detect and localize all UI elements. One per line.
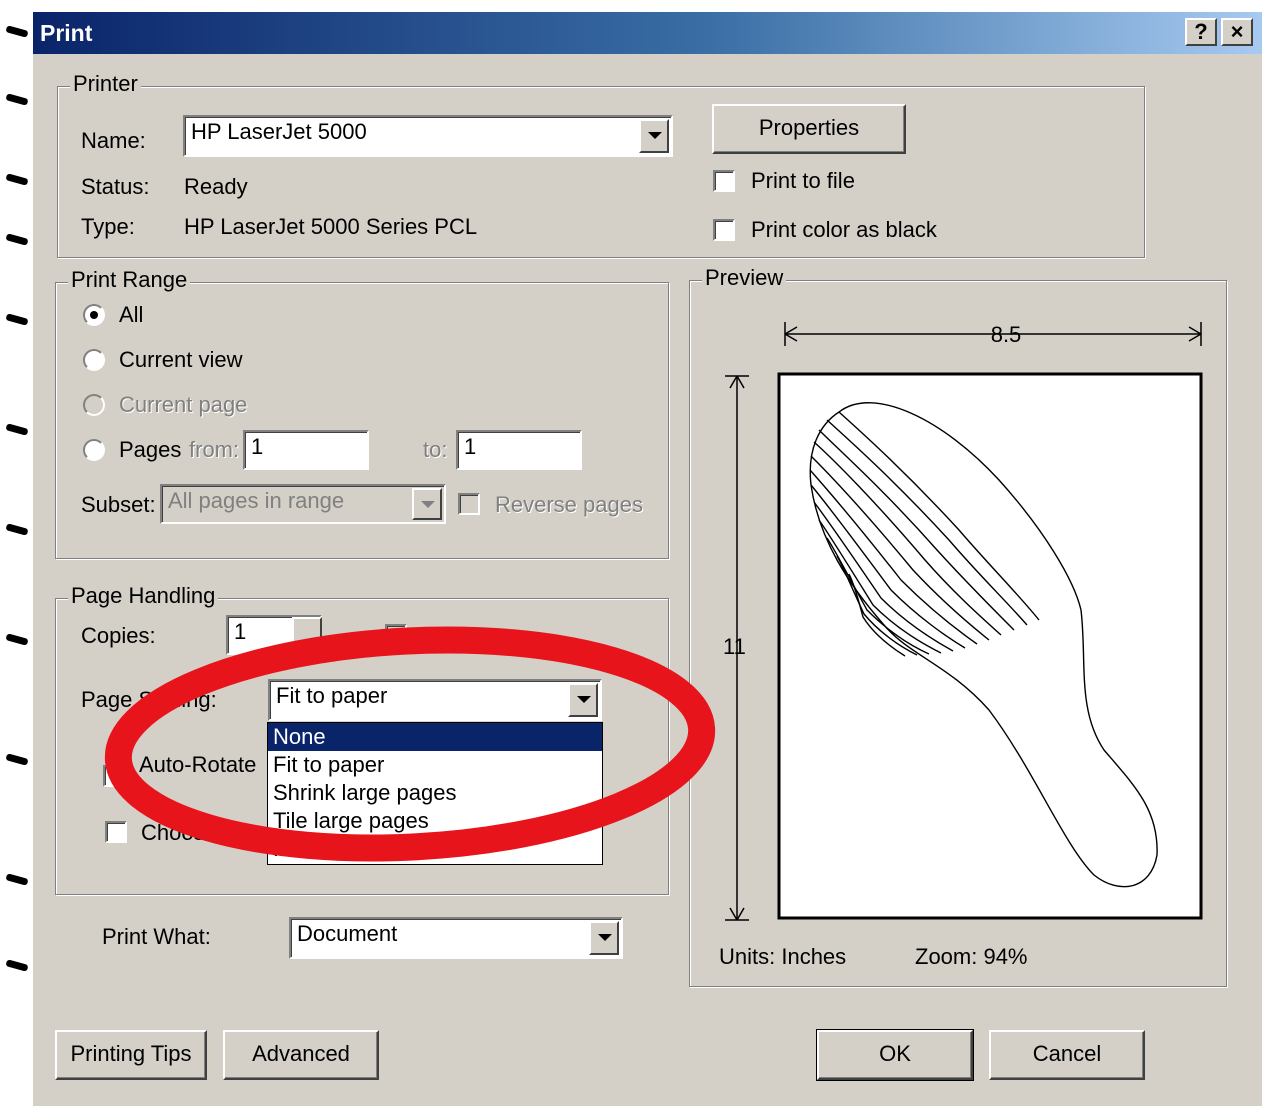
collate-checkbox[interactable]: [385, 624, 407, 646]
page-scaling-label: Page Scaling:: [81, 687, 217, 712]
width-value: 8.5: [991, 322, 1022, 347]
chevron-down-icon[interactable]: [589, 921, 619, 955]
scaling-option-none[interactable]: None: [268, 723, 602, 751]
page-scaling-select[interactable]: Fit to paper: [268, 679, 602, 721]
range-current-view-radio[interactable]: [83, 349, 105, 371]
range-pages-label: Pages: [119, 437, 182, 462]
choose-paper-checkbox[interactable]: [105, 821, 127, 843]
subset-value: All pages in range: [168, 488, 345, 513]
copies-label: Copies:: [81, 623, 156, 648]
print-what-value: Document: [297, 921, 398, 946]
auto-rotate-label: Auto-Rotate: [139, 752, 257, 777]
pages-to-input[interactable]: 1: [456, 430, 582, 470]
copies-spinner[interactable]: [292, 617, 322, 653]
title-bar[interactable]: Print ? ×: [33, 12, 1262, 54]
reverse-pages-checkbox[interactable]: [458, 493, 480, 515]
range-pages-radio[interactable]: [83, 439, 105, 461]
print-to-file-label: Print to file: [751, 168, 855, 193]
page-scaling-value: Fit to paper: [276, 683, 388, 708]
range-current-view-label: Current view: [119, 347, 243, 372]
range-current-page-label: Current page: [119, 392, 248, 417]
subset-label: Subset:: [81, 492, 156, 517]
zoom-text: Zoom: 94%: [915, 944, 1028, 969]
scaling-option-fit-to-paper[interactable]: Fit to paper: [268, 751, 602, 779]
units-text: Units: Inches: [719, 944, 847, 969]
from-label: from:: [189, 437, 240, 462]
print-color-black-checkbox[interactable]: [713, 219, 735, 241]
printer-name-select[interactable]: HP LaserJet 5000: [183, 115, 673, 157]
scaling-option-shrink-large[interactable]: Shrink large pages: [268, 779, 602, 807]
printer-legend: Printer: [70, 71, 141, 97]
scaling-option-fit-all[interactable]: Fit all pages: [268, 835, 602, 863]
range-all-label: All: [119, 302, 144, 327]
page-handling-legend: Page Handling: [68, 583, 219, 609]
printer-name-label: Name:: [81, 128, 146, 153]
help-button[interactable]: ?: [1185, 18, 1217, 46]
chevron-down-icon[interactable]: [639, 119, 669, 153]
advanced-button[interactable]: Advanced: [223, 1030, 379, 1080]
collate-label: Collate: [423, 623, 492, 648]
to-label: to:: [423, 437, 448, 462]
properties-button[interactable]: Properties: [712, 104, 906, 154]
chevron-down-icon[interactable]: [568, 683, 598, 717]
status-label: Status:: [81, 174, 150, 199]
ok-button[interactable]: OK: [816, 1029, 974, 1081]
window-title: Print: [40, 20, 93, 46]
subset-select[interactable]: All pages in range: [160, 484, 446, 524]
range-all-radio[interactable]: [83, 304, 105, 326]
pages-from-input[interactable]: 1: [243, 430, 369, 470]
scaling-option-tile-large[interactable]: Tile large pages: [268, 807, 602, 835]
cancel-button[interactable]: Cancel: [989, 1030, 1145, 1080]
print-what-label: Print What:: [102, 924, 211, 949]
height-value: 11: [723, 634, 746, 659]
print-to-file-checkbox[interactable]: [713, 170, 735, 192]
print-dialog: Print ? × Printer Name: HP LaserJet 5000…: [33, 12, 1262, 1106]
range-current-page-radio[interactable]: [83, 394, 105, 416]
auto-rotate-checkbox[interactable]: [103, 765, 125, 787]
printing-tips-button[interactable]: Printing Tips: [55, 1030, 207, 1080]
chevron-down-icon[interactable]: [412, 488, 442, 520]
print-what-select[interactable]: Document: [289, 917, 623, 959]
type-label: Type:: [81, 214, 135, 239]
print-color-black-label: Print color as black: [751, 217, 937, 242]
status-value: Ready: [184, 174, 248, 199]
page-scaling-listbox[interactable]: None Fit to paper Shrink large pages Til…: [267, 722, 603, 865]
reverse-pages-label: Reverse pages: [495, 492, 643, 517]
printer-name-value: HP LaserJet 5000: [191, 119, 367, 144]
preview-illustration: 8.5 11: [723, 322, 1203, 921]
preview-page: [777, 372, 1203, 920]
print-range-legend: Print Range: [68, 267, 191, 293]
type-value: HP LaserJet 5000 Series PCL: [184, 214, 478, 239]
choose-paper-label: Choose Paper: [141, 820, 282, 845]
close-button[interactable]: ×: [1221, 18, 1253, 46]
